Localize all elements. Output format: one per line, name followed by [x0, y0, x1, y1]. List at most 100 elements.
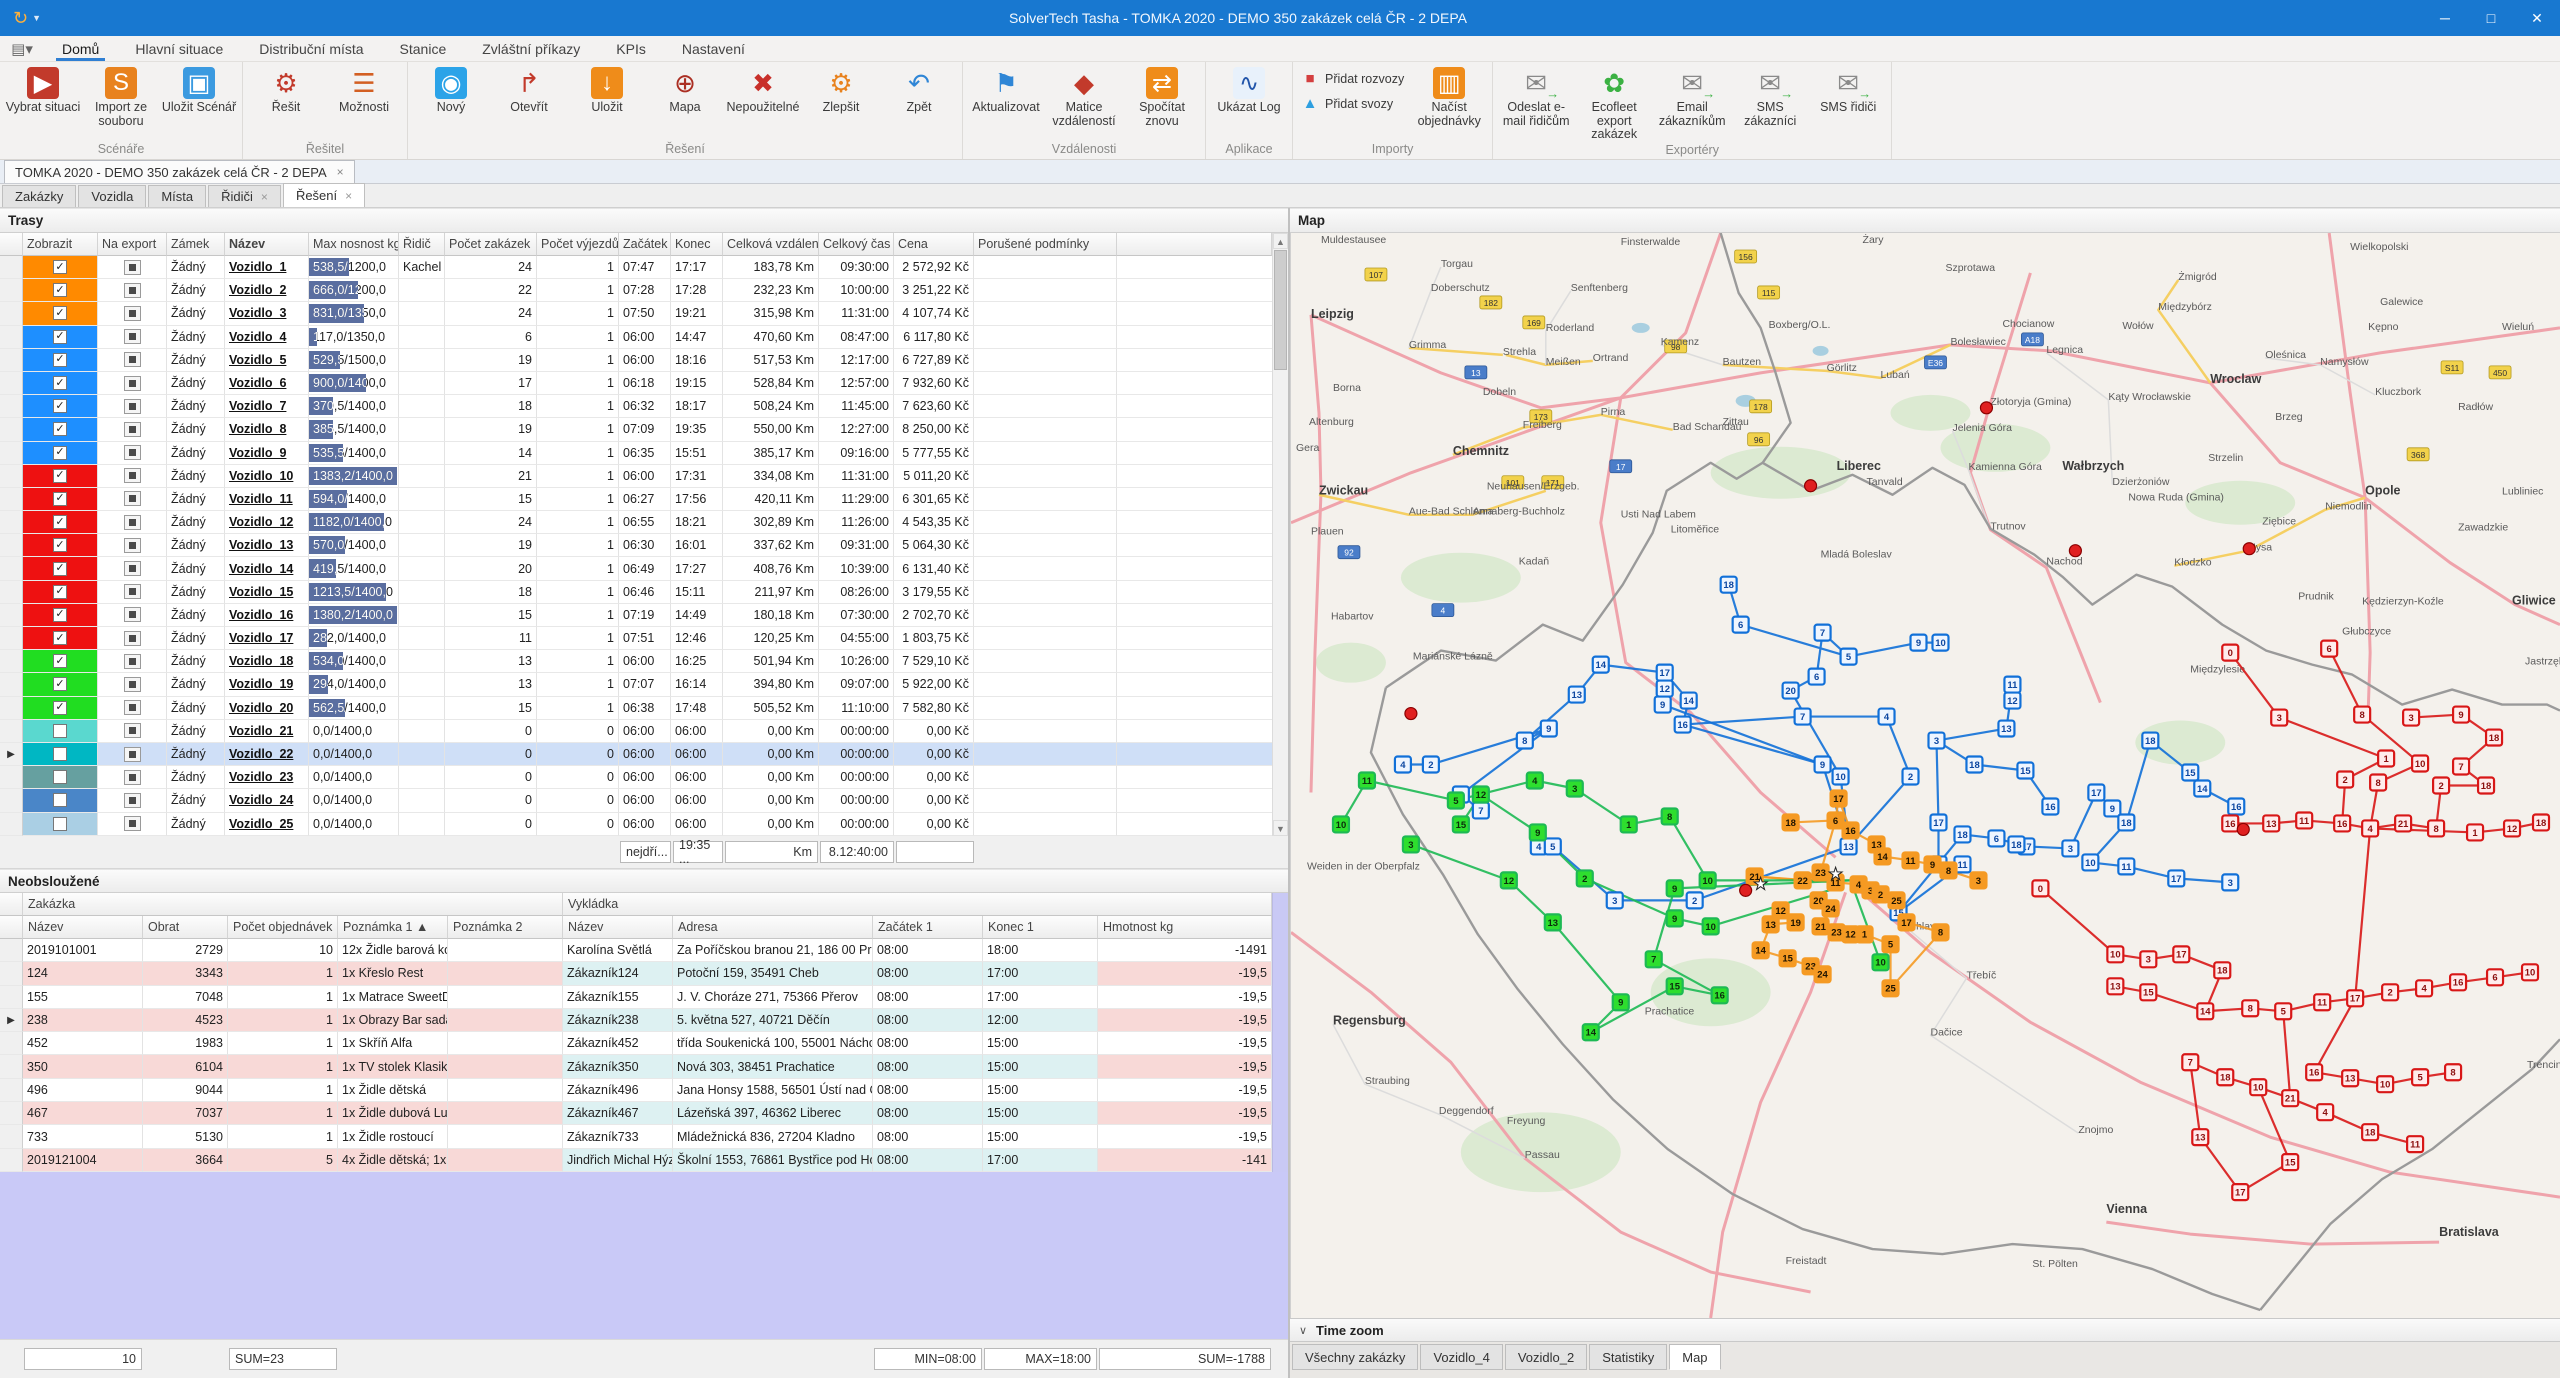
unserved-row[interactable]: 350610411x TV stolek Klasik ...Zákazník3…	[0, 1055, 1272, 1078]
vehicle-link[interactable]: Vozidlo_5	[229, 353, 286, 367]
stop-marker[interactable]: 17	[2088, 784, 2104, 800]
view-tab-m-sta[interactable]: Místa	[148, 185, 206, 207]
export-button[interactable]	[124, 515, 141, 530]
stop-marker[interactable]: 1	[2378, 751, 2394, 767]
stop-marker[interactable]: 10	[2250, 1079, 2266, 1095]
column-header[interactable]: Konec 1	[983, 916, 1098, 939]
vehicle-link[interactable]: Vozidlo_6	[229, 376, 286, 390]
stop-marker[interactable]: 6	[2487, 969, 2503, 985]
stop-marker[interactable]: 5	[2412, 1069, 2428, 1085]
collapse-chevron-icon[interactable]: ∨	[1290, 1324, 1316, 1337]
stop-marker[interactable]: 12	[2004, 693, 2020, 709]
save-scenario-button[interactable]: ▣Uložit Scénář	[160, 64, 238, 115]
stop-marker[interactable]: 11	[1359, 773, 1375, 789]
unserved-row[interactable]: 201910100127291012x Židle barová ko...Ka…	[0, 939, 1272, 962]
stop-marker[interactable]: 9	[1655, 697, 1671, 713]
stop-marker[interactable]: 8	[2242, 1000, 2258, 1016]
export-button[interactable]	[124, 422, 141, 437]
solve-button[interactable]: ⚙Řešit	[247, 64, 325, 115]
close-button[interactable]: ✕	[2514, 0, 2560, 36]
stop-marker[interactable]: 17	[1657, 665, 1673, 681]
stop-marker[interactable]: 15	[1453, 816, 1469, 832]
view-tab-zak-zky[interactable]: Zakázky	[2, 185, 76, 207]
export-button[interactable]	[124, 654, 141, 669]
unserved-row[interactable]: 452198311x Skříň AlfaZákazník452třída So…	[0, 1032, 1272, 1055]
export-button[interactable]	[124, 793, 141, 808]
document-tab-close-icon[interactable]: ×	[337, 165, 344, 179]
add-pickups-button[interactable]: ▲Přidat svozy	[1301, 95, 1404, 112]
export-button[interactable]	[124, 584, 141, 599]
stop-marker[interactable]: 18	[1783, 814, 1799, 830]
stop-marker[interactable]: 16	[2334, 815, 2350, 831]
table-row[interactable]: ✓ŽádnýVozidlo_11594,0/1400,0594,0/1400,0…	[0, 488, 1272, 511]
stop-marker[interactable]: 20	[1783, 683, 1799, 699]
visibility-checkbox[interactable]: ✓	[53, 631, 67, 645]
stop-marker[interactable]: 7	[2453, 759, 2469, 775]
table-row[interactable]: ✓ŽádnýVozidlo_2666,0/1200,0666,0/1200,02…	[0, 279, 1272, 302]
visibility-checkbox[interactable]: ✓	[53, 608, 67, 622]
vehicle-link[interactable]: Vozidlo_2	[229, 283, 286, 297]
stop-marker[interactable]: 4	[2362, 820, 2378, 836]
tab-close-icon[interactable]: ×	[261, 190, 268, 204]
stop-marker[interactable]: 10	[2522, 964, 2538, 980]
table-row[interactable]: ✓ŽádnýVozidlo_151213,5/1400,01213,5/1400…	[0, 581, 1272, 604]
stop-marker[interactable]: 5	[1448, 792, 1464, 808]
visibility-checkbox[interactable]: ✓	[53, 399, 67, 413]
export-button[interactable]	[124, 491, 141, 506]
depot-star-icon[interactable]: ★	[1753, 874, 1768, 893]
vehicle-link[interactable]: Vozidlo_24	[229, 793, 293, 807]
options-button[interactable]: ☰Možnosti	[325, 64, 403, 115]
vehicle-link[interactable]: Vozidlo_21	[229, 724, 293, 738]
vehicle-link[interactable]: Vozidlo_12	[229, 515, 293, 529]
stop-marker[interactable]: 14	[1753, 942, 1769, 958]
visibility-checkbox[interactable]: ✓	[53, 701, 67, 715]
stop-marker[interactable]: 18	[1721, 577, 1737, 593]
stop-marker[interactable]: 10	[1873, 954, 1889, 970]
export-button[interactable]	[124, 538, 141, 553]
visibility-checkbox[interactable]: ✓	[53, 283, 67, 297]
stop-marker[interactable]: 9	[1530, 824, 1546, 840]
unserved-row[interactable]: 467703711x Židle dubová LuxZákazník467Lá…	[0, 1102, 1272, 1125]
vehicle-link[interactable]: Vozidlo_4	[229, 330, 286, 344]
map-tab-vozidlo-2[interactable]: Vozidlo_2	[1505, 1344, 1587, 1370]
visibility-checkbox[interactable]: ✓	[53, 585, 67, 599]
minimize-button[interactable]: ─	[2422, 0, 2468, 36]
stop-marker[interactable]: 7	[1795, 709, 1811, 725]
unusable-button[interactable]: ✖Nepoužitelné	[724, 64, 802, 115]
recompute-button[interactable]: ⇄Spočítat znovu	[1123, 64, 1201, 128]
vehicle-link[interactable]: Vozidlo_9	[229, 446, 286, 460]
stop-marker[interactable]: 15	[1780, 950, 1796, 966]
column-header[interactable]: Max nosnost kg	[309, 233, 399, 256]
visibility-checkbox[interactable]	[53, 770, 67, 784]
improve-button[interactable]: ⚙Zlepšit	[802, 64, 880, 115]
table-row[interactable]: ✓ŽádnýVozidlo_13570,0/1400,0570,0/1400,0…	[0, 534, 1272, 557]
sms-customers-button[interactable]: ✉→SMS zákazníci	[1731, 64, 1809, 128]
scroll-up-icon[interactable]: ▲	[1273, 233, 1288, 249]
refresh-distances-button[interactable]: ⚑Aktualizovat	[967, 64, 1045, 115]
column-header[interactable]: Konec	[671, 233, 723, 256]
stop-marker[interactable]: 25	[1889, 892, 1905, 908]
view-tab-vozidla[interactable]: Vozidla	[78, 185, 146, 207]
undo-button[interactable]: ↶Zpět	[880, 64, 958, 115]
stop-marker[interactable]: 16	[2222, 815, 2238, 831]
stop-marker[interactable]: 18	[1966, 757, 1982, 773]
table-row[interactable]: ✓ŽádnýVozidlo_101383,2/1400,01383,2/1400…	[0, 465, 1272, 488]
stop-marker[interactable]: 22	[1795, 872, 1811, 888]
table-row[interactable]: ŽádnýVozidlo_230,0/1400,00,0/1400,00006:…	[0, 766, 1272, 789]
stop-marker[interactable]: 16	[2042, 798, 2058, 814]
stop-marker[interactable]: 1	[1621, 816, 1637, 832]
export-button[interactable]	[124, 700, 141, 715]
table-row[interactable]: ✓ŽádnýVozidlo_121182,0/1400,01182,0/1400…	[0, 511, 1272, 534]
table-row[interactable]: ▶ŽádnýVozidlo_220,0/1400,00,0/1400,00006…	[0, 743, 1272, 766]
menu-tab-zvl-tn-p-kazy[interactable]: Zvláštní příkazy	[464, 36, 598, 62]
unserved-row[interactable]: ▶238452311x Obrazy Bar sadaZákazník2385.…	[0, 1009, 1272, 1032]
trasy-scrollbar[interactable]: ▲ ▼	[1272, 233, 1288, 836]
stop-marker[interactable]: 10	[1703, 918, 1719, 934]
stop-marker[interactable]: 16	[1712, 987, 1728, 1003]
vehicle-link[interactable]: Vozidlo_18	[229, 654, 293, 668]
column-header[interactable]: Počet zakázek	[445, 233, 537, 256]
stop-marker[interactable]: 14	[1875, 848, 1891, 864]
document-tab[interactable]: TOMKA 2020 - DEMO 350 zakázek celá ČR - …	[4, 160, 355, 183]
stop-marker[interactable]: 13	[2107, 978, 2123, 994]
stop-marker[interactable]: 13	[1763, 916, 1779, 932]
